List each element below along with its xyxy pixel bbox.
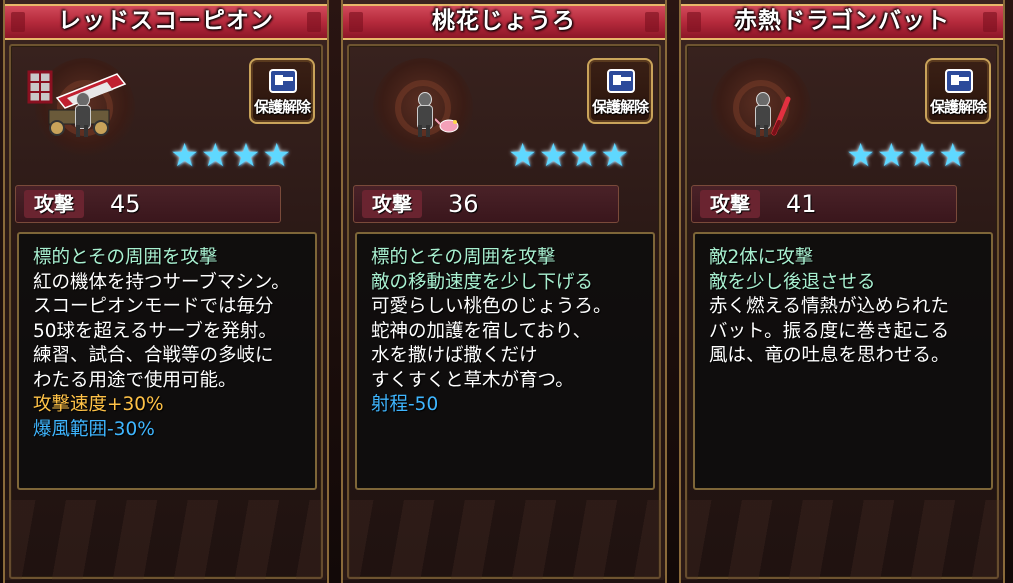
description-line: 赤く燃える情熱が込められた (709, 296, 949, 317)
watering-can-icon (435, 118, 459, 133)
ninja-figure-icon (73, 92, 91, 138)
star-icon: ★ (200, 136, 230, 174)
ninja-figure-icon (415, 92, 433, 138)
description-line: わたる用途で使用可能。 (33, 369, 237, 391)
attack-stat: 攻撃 45 (15, 185, 281, 223)
description-line: 敵を少し後退させる (709, 271, 876, 293)
card-background (681, 500, 1003, 580)
star-icon: ★ (538, 136, 568, 174)
attack-stat: 攻撃 36 (353, 185, 619, 223)
buff-line: 攻撃速度+30% (33, 394, 164, 415)
unlock-button[interactable]: 保護解除 (925, 58, 991, 124)
unlock-key-icon (607, 69, 635, 93)
description-line: 敵の移動速度を少し下げる (371, 271, 594, 293)
star-icon: ★ (876, 136, 906, 174)
card-background (5, 500, 327, 580)
unlock-label: 保護解除 (253, 98, 311, 116)
star-icon: ★ (938, 136, 967, 174)
attack-value: 36 (448, 190, 479, 218)
unlock-label: 保護解除 (929, 98, 987, 116)
attack-stat: 攻撃 41 (691, 185, 957, 223)
bat-icon (771, 96, 791, 136)
description-line: 標的とその周囲を攻撃 (33, 247, 218, 268)
weapon-description: 敵2体に攻撃 敵を少し後退させる 赤く燃える情熱が込められた バット。振る度に巻… (693, 232, 993, 490)
star-icon: ★ (231, 136, 261, 174)
star-icon: ★ (262, 136, 291, 174)
weapon-description: 標的とその周囲を攻撃 紅の機体を持つサーブマシン。 スコーピオンモードでは毎分 … (17, 232, 317, 490)
description-line: 可愛らしい桃色のじょうろ。 (371, 296, 612, 317)
description-line: 標的とその周囲を攻撃 (371, 247, 556, 268)
description-line: すくすくと草木が育つ。 (371, 369, 574, 391)
description-line: 紅の機体を持つサーブマシン。 (33, 271, 290, 293)
unlock-key-icon (269, 69, 297, 93)
description-line: 風は、竜の吐息を思わせる。 (709, 345, 950, 366)
star-icon: ★ (569, 136, 599, 174)
description-line: 練習、試合、合戦等の多岐に (33, 345, 274, 366)
card-background (343, 500, 665, 580)
star-icon: ★ (907, 136, 937, 174)
description-line: バット。振る度に巻き起こる (709, 320, 950, 342)
rarity-stars: ★ ★ ★ ★ (846, 138, 967, 174)
weapon-description: 標的とその周囲を攻撃 敵の移動速度を少し下げる 可愛らしい桃色のじょうろ。 蛇神… (355, 232, 655, 490)
description-line: 50球を超えるサーブを発射。 (33, 320, 277, 342)
description-line: 敵2体に攻撃 (709, 247, 814, 268)
attack-label: 攻撃 (362, 190, 422, 218)
attack-value: 41 (786, 190, 817, 218)
weapon-card-dragon-bat[interactable]: 赤熱ドラゴンバット 保護解除 ★ ★ ★ ★ 攻撃 41 敵2体に攻撃 敵を少し… (679, 0, 1005, 583)
star-icon: ★ (600, 136, 629, 174)
weapon-name: 桃花じょうろ (343, 4, 665, 40)
debuff-line: 射程-50 (371, 394, 439, 415)
attack-label: 攻撃 (24, 190, 84, 218)
unlock-label: 保護解除 (591, 98, 649, 116)
rarity-stars: ★ ★ ★ ★ (508, 138, 629, 174)
weapon-card-peach-watering-can[interactable]: 桃花じょうろ 保護解除 ★ ★ ★ ★ 攻撃 36 標的とその周囲を攻撃 敵の移… (341, 0, 667, 583)
weapon-name: レッドスコーピオン (5, 4, 327, 40)
attack-value: 45 (110, 190, 141, 218)
weapon-card-red-scorpion[interactable]: レッドスコーピオン 保護解除 ★ ★ ★ ★ 攻撃 45 標的とその周囲を攻撃 … (3, 0, 329, 583)
description-line: 蛇神の加護を宿しており、 (371, 320, 592, 342)
unlock-key-icon (945, 69, 973, 93)
description-line: スコーピオンモードでは毎分 (33, 296, 274, 317)
star-icon: ★ (508, 136, 537, 174)
weapon-name: 赤熱ドラゴンバット (681, 4, 1003, 40)
unlock-button[interactable]: 保護解除 (587, 58, 653, 124)
debuff-line: 爆風範囲-30% (33, 418, 155, 440)
attack-label: 攻撃 (700, 190, 760, 218)
description-line: 水を撒けば撒くだけ (371, 345, 538, 366)
ninja-figure-icon (753, 92, 771, 138)
star-icon: ★ (170, 136, 199, 174)
star-icon: ★ (846, 136, 875, 174)
rarity-stars: ★ ★ ★ ★ (170, 138, 291, 174)
unlock-button[interactable]: 保護解除 (249, 58, 315, 124)
